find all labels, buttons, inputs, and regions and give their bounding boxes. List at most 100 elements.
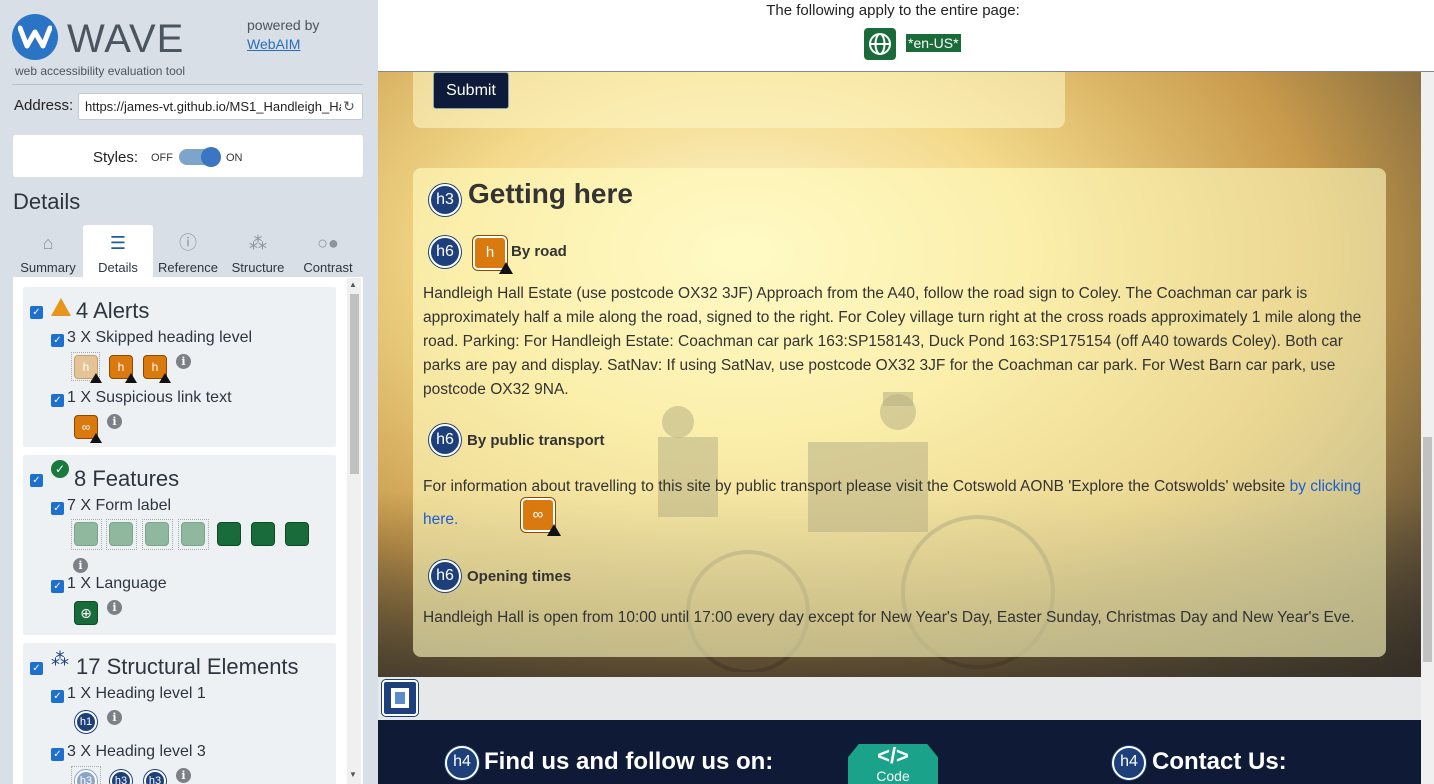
heading3-icon[interactable]: h3 [144,770,166,784]
form-label-checkbox[interactable]: ✓ [51,502,64,515]
info-icon[interactable]: i [107,710,122,725]
page-scrollbar[interactable] [1421,72,1434,784]
tab-structure[interactable]: ⁂ Structure [223,225,293,277]
language-label: 1 X Language [67,575,167,592]
form-label-icon[interactable] [74,522,98,546]
list-icon: ☰ [109,233,127,253]
scroll-up-icon[interactable]: ▲ [349,280,357,289]
info-icon[interactable]: i [107,414,122,429]
divider [12,84,363,85]
footer: h4 Find us and follow us on: </> Code h4… [378,720,1421,784]
structure-section-icon[interactable] [382,680,418,716]
scrollbar-thumb[interactable] [350,294,359,474]
heading3-checkbox[interactable]: ✓ [51,748,64,761]
form-label-icon[interactable] [109,522,133,546]
info-icon[interactable]: i [107,600,122,615]
structure-card: ✓ ⁂ 17 Structural Elements ✓ 1 X Heading… [23,643,336,784]
tab-reference[interactable]: ⓘ Reference [153,225,223,277]
tab-label: Details [98,260,138,275]
details-panel: ✓ 4 Alerts ✓ 3 X Skipped heading level h… [13,277,363,784]
suspicious-link-checkbox[interactable]: ✓ [51,394,64,407]
scroll-down-icon[interactable]: ▼ [349,770,357,779]
heading-h4-badge[interactable]: h4 [445,746,479,780]
features-card: ✓ ✓ 8 Features ✓ 7 X Form label i ✓ 1 X … [23,455,336,635]
structure-title: 17 Structural Elements [76,654,299,679]
webaim-link[interactable]: WebAIM [247,36,300,52]
heading-h6-badge[interactable]: h6 [429,424,461,456]
public-transport-text: For information about travelling to this… [423,470,1363,536]
heading-h3-badge[interactable]: h3 [429,184,461,216]
page-preview: Submit h3 Getting here h6 h By road Hand… [378,0,1434,784]
heading-h4-badge[interactable]: h4 [1112,746,1146,780]
submit-button[interactable]: Submit [433,72,509,109]
contrast-icon: ○● [317,233,339,253]
info-icon[interactable]: i [176,354,191,369]
powered-by: powered by WebAIM [247,16,319,54]
wave-sidebar: WAVE web accessibility evaluation tool p… [0,0,378,784]
address-value: https://james-vt.github.io/MS1_Handleigh… [85,99,356,114]
getting-here-heading: Getting here [468,178,633,209]
code-icon[interactable]: </> Code [848,744,938,784]
heading-h6-badge[interactable]: h6 [429,236,461,268]
styles-toggle[interactable] [179,147,221,167]
opening-times-text: Handleigh Hall is open from 10:00 until … [423,609,1355,626]
form-label-icon[interactable] [251,522,275,546]
tab-contrast[interactable]: ○● Contrast [293,225,363,277]
language-tag: *en-US* [906,34,961,52]
info-icon[interactable]: i [73,558,88,573]
getting-here-card: h3 Getting here h6 h By road Handleigh H… [413,168,1386,657]
features-checkbox[interactable]: ✓ [30,474,43,487]
details-tabs: ⌂ Summary ☰ Details ⓘ Reference ⁂ Struct… [13,225,363,277]
section-divider [378,677,1421,720]
address-input[interactable]: https://james-vt.github.io/MS1_Handleigh… [78,93,363,120]
code-brackets-icon: </> [877,743,909,768]
wave-logo-icon [12,14,58,60]
tab-label: Structure [231,260,285,275]
alerts-checkbox[interactable]: ✓ [30,306,43,319]
address-label: Address: [14,97,74,114]
form-label-icon[interactable] [285,522,309,546]
structure-checkbox[interactable]: ✓ [30,662,43,675]
tab-label: Summary [20,260,76,275]
suspicious-link-icon[interactable]: ∞ [74,415,102,443]
by-road-heading: By road [511,243,567,260]
language-checkbox[interactable]: ✓ [51,580,64,593]
form-label-icon[interactable] [181,522,205,546]
skipped-heading-checkbox[interactable]: ✓ [51,334,64,347]
info-icon[interactable]: i [176,768,191,783]
suspicious-link-alert-icon[interactable]: ∞ [521,498,561,536]
refresh-icon[interactable]: ↻ [341,98,357,114]
page-level-bar: The following apply to the entire page: … [378,0,1434,72]
warning-icon [159,373,171,383]
heading1-icon[interactable]: h1 [75,711,97,733]
page-scrollbar-thumb[interactable] [1423,437,1432,662]
styles-label: Styles: [93,149,139,166]
form-label-icon[interactable] [145,522,169,546]
styles-on-label: ON [226,152,243,164]
form-card: Submit [413,72,1065,128]
opening-times-heading: Opening times [467,568,572,585]
details-title: Details [13,189,81,214]
sidebar-scrollbar[interactable]: ▲ ▼ [347,278,361,784]
public-transport-copy: For information about travelling to this… [423,478,1290,495]
form-label-label: 7 X Form label [67,497,172,514]
skipped-heading-icon[interactable]: h [109,355,137,383]
globe-icon[interactable] [864,28,896,60]
home-icon: ⌂ [42,233,54,253]
skipped-heading-alert-icon[interactable]: h [473,236,513,274]
skipped-heading-icon[interactable]: h [143,355,171,383]
form-label-icon[interactable] [217,522,241,546]
by-public-heading: By public transport [467,432,605,449]
wave-subtitle: web accessibility evaluation tool [15,64,186,78]
tab-details[interactable]: ☰ Details [83,225,153,277]
info-icon: ⓘ [179,233,197,253]
alerts-title: 4 Alerts [76,298,150,323]
heading-h6-badge[interactable]: h6 [429,560,461,592]
code-label: Code [876,768,910,784]
globe-icon[interactable]: ⊕ [74,601,98,625]
skipped-heading-icon[interactable]: h [74,355,102,383]
heading1-checkbox[interactable]: ✓ [51,690,64,703]
by-road-text: Handleigh Hall Estate (use postcode OX32… [423,285,1362,398]
tab-summary[interactable]: ⌂ Summary [13,225,83,277]
heading3-icon[interactable]: h3 [110,770,132,784]
